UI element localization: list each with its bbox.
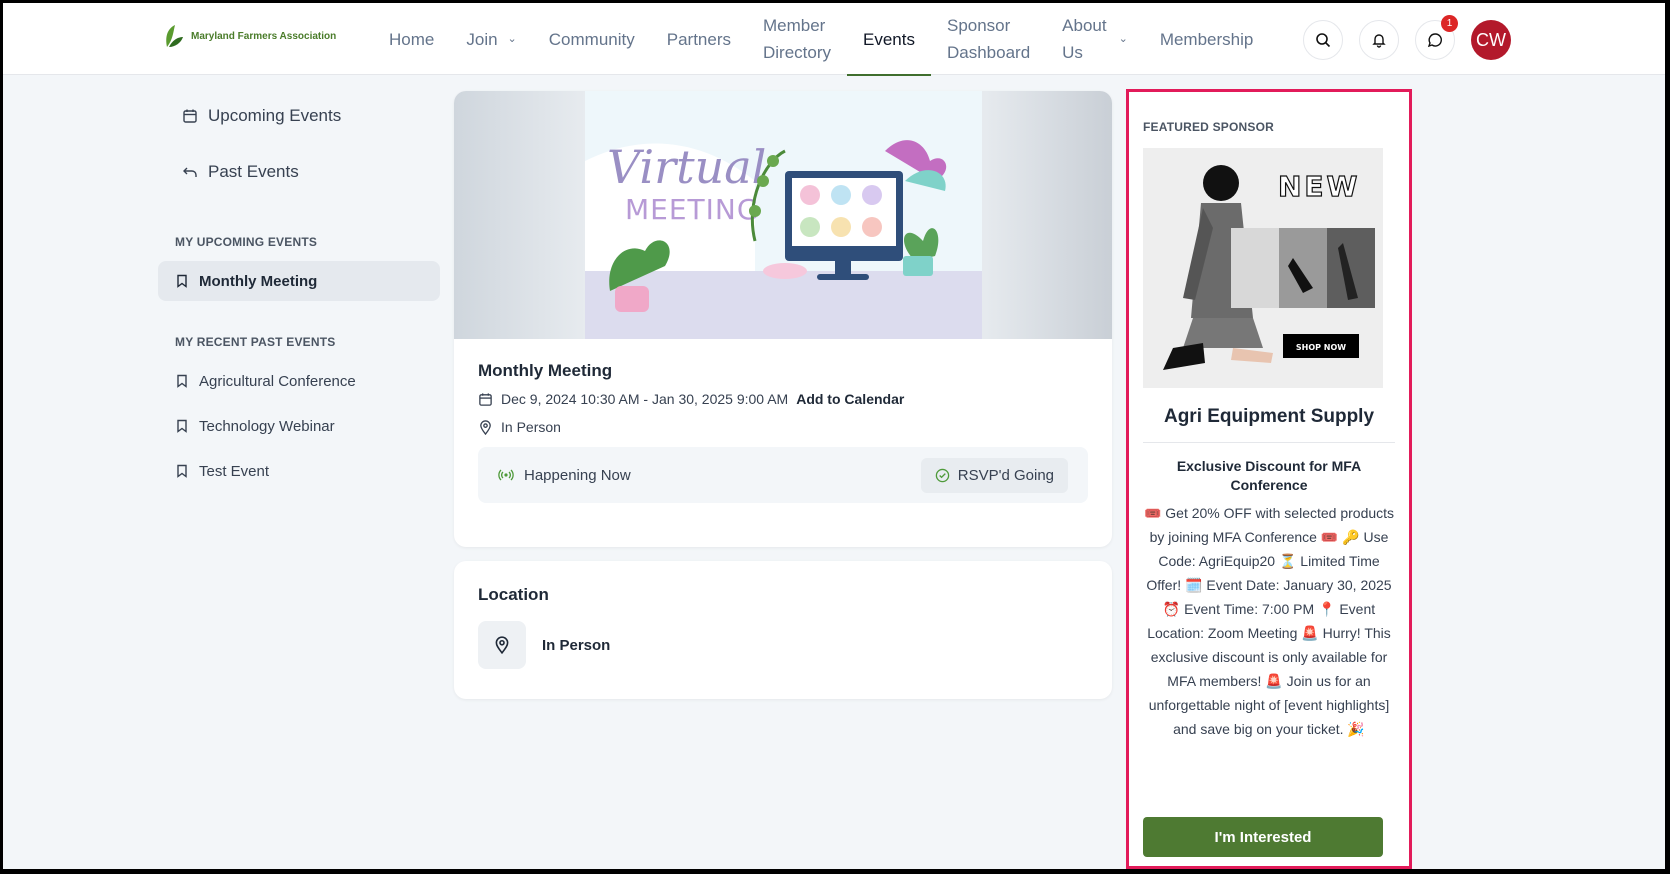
ad-shop-now-text: SHOP NOW bbox=[1296, 343, 1346, 352]
sidebar-event-technology-webinar[interactable]: Technology Webinar bbox=[158, 406, 440, 446]
chevron-down-icon: ⌄ bbox=[1118, 32, 1128, 45]
nav-community-label: Community bbox=[548, 29, 635, 49]
sidebar-event-test-event[interactable]: Test Event bbox=[158, 451, 440, 491]
event-datetime-row: Dec 9, 2024 10:30 AM - Jan 30, 2025 9:00… bbox=[478, 391, 1088, 407]
notifications-button[interactable] bbox=[1359, 20, 1399, 60]
nav-sponsor-dashboard[interactable]: Sponsor Dashboard bbox=[931, 3, 1046, 75]
nav-about-line2: Us bbox=[1062, 43, 1083, 62]
location-card: Location In Person bbox=[454, 561, 1112, 699]
sidebar-upcoming-events[interactable]: Upcoming Events bbox=[158, 93, 440, 139]
top-nav-bar: Maryland Farmers Association Home Join ⌄ … bbox=[3, 3, 1665, 76]
virtual-meeting-illustration: Virtual MEETING bbox=[585, 91, 982, 339]
nav-member-directory-line2: Directory bbox=[762, 43, 831, 62]
calendar-icon bbox=[479, 392, 492, 406]
header-actions: 1 CW bbox=[1303, 15, 1511, 60]
logo-text: Maryland Farmers Association bbox=[191, 30, 337, 42]
sidebar-event-monthly-meeting[interactable]: Monthly Meeting bbox=[158, 261, 440, 301]
bookmark-icon bbox=[177, 464, 187, 478]
search-button[interactable] bbox=[1303, 20, 1343, 60]
event-location-type: In Person bbox=[501, 419, 561, 435]
sidebar-upcoming-label: Upcoming Events bbox=[208, 106, 342, 125]
bookmark-icon bbox=[177, 374, 187, 388]
events-sidebar: Upcoming Events Past Events MY UPCOMING … bbox=[158, 93, 440, 499]
location-title: Location bbox=[478, 585, 549, 604]
nav-membership-label: Membership bbox=[1159, 29, 1254, 49]
sidebar-event-label: Monthly Meeting bbox=[199, 272, 318, 290]
undo-arrow-icon bbox=[183, 167, 197, 177]
nav-partners-label: Partners bbox=[666, 29, 731, 49]
nav-membership[interactable]: Membership bbox=[1144, 3, 1270, 75]
happening-now-label: Happening Now bbox=[524, 466, 631, 484]
nav-partners[interactable]: Partners bbox=[651, 3, 747, 75]
banner-title-virtual: Virtual bbox=[607, 140, 766, 194]
check-circle-icon bbox=[935, 468, 949, 482]
bookmark-icon bbox=[177, 419, 187, 433]
sponsor-headline: Exclusive Discount for MFA Conference bbox=[1176, 458, 1362, 493]
event-details: Monthly Meeting Dec 9, 2024 10:30 AM - J… bbox=[454, 339, 1112, 525]
nav-member-directory-line1: Member bbox=[762, 16, 826, 35]
location-row: In Person bbox=[478, 621, 1088, 669]
bell-icon bbox=[1372, 34, 1386, 48]
event-datetime: Dec 9, 2024 10:30 AM - Jan 30, 2025 9:00… bbox=[501, 391, 789, 407]
nav-member-directory[interactable]: Member Directory bbox=[747, 3, 847, 75]
map-pin-icon bbox=[480, 419, 491, 435]
sidebar-event-label: Agricultural Conference bbox=[199, 372, 356, 390]
chevron-down-icon: ⌄ bbox=[507, 32, 517, 45]
event-location-row: In Person bbox=[478, 419, 1088, 435]
map-pin-icon bbox=[495, 636, 509, 654]
nav-events-label: Events bbox=[863, 29, 915, 49]
messages-button[interactable]: 1 bbox=[1415, 15, 1458, 60]
nav-home[interactable]: Home bbox=[373, 3, 450, 75]
featured-sponsor-panel: FEATURED SPONSOR NEW SHOP NOW Agri Equip… bbox=[1126, 89, 1412, 869]
nav-events[interactable]: Events bbox=[847, 3, 931, 76]
event-title: Monthly Meeting bbox=[478, 361, 613, 380]
message-count-badge: 1 bbox=[1441, 15, 1458, 32]
location-value: In Person bbox=[542, 636, 611, 654]
chat-bubble-icon bbox=[1427, 33, 1442, 48]
main-nav: Home Join ⌄ Community Partners Member Dir… bbox=[373, 3, 1270, 76]
calendar-icon bbox=[183, 109, 197, 123]
banner-title-meeting: MEETING bbox=[625, 193, 760, 226]
app-frame: Maryland Farmers Association Home Join ⌄ … bbox=[3, 3, 1665, 869]
nav-home-label: Home bbox=[389, 29, 435, 49]
broadcast-icon bbox=[498, 469, 514, 481]
sidebar-past-events[interactable]: Past Events bbox=[158, 149, 440, 195]
leaf-logo-icon bbox=[166, 25, 183, 47]
logo[interactable]: Maryland Farmers Association bbox=[163, 23, 336, 49]
nav-sponsor-dashboard-line2: Dashboard bbox=[946, 43, 1031, 62]
nav-about-us[interactable]: About Us ⌄ bbox=[1046, 3, 1144, 75]
sidebar-past-label: Past Events bbox=[208, 162, 299, 181]
happening-now-status: Happening Now bbox=[498, 467, 631, 484]
event-banner: Virtual MEETING bbox=[454, 91, 1112, 339]
nav-about-line1: About bbox=[1062, 16, 1107, 35]
user-avatar[interactable]: CW bbox=[1471, 20, 1511, 60]
featured-sponsor-label: FEATURED SPONSOR bbox=[1143, 120, 1274, 134]
nav-sponsor-dashboard-line1: Sponsor bbox=[946, 16, 1011, 35]
nav-join[interactable]: Join ⌄ bbox=[450, 3, 532, 75]
bookmark-icon bbox=[177, 274, 187, 288]
search-icon bbox=[1316, 33, 1331, 48]
add-to-calendar-link[interactable]: Add to Calendar bbox=[796, 391, 904, 407]
location-icon-box bbox=[478, 621, 526, 669]
sidebar-event-agricultural-conference[interactable]: Agricultural Conference bbox=[158, 361, 440, 401]
im-interested-button[interactable]: I'm Interested bbox=[1143, 817, 1383, 857]
rsvp-status-button[interactable]: RSVP'd Going bbox=[920, 457, 1068, 493]
sidebar-event-label: Technology Webinar bbox=[199, 417, 335, 435]
ad-new-text: NEW bbox=[1278, 170, 1360, 203]
sponsor-ad-image[interactable]: NEW SHOP NOW bbox=[1143, 148, 1383, 388]
sidebar-event-label: Test Event bbox=[199, 462, 270, 480]
nav-community[interactable]: Community bbox=[533, 3, 651, 75]
my-upcoming-heading: MY UPCOMING EVENTS bbox=[175, 235, 318, 249]
sponsor-description: 🎟️ Get 20% OFF with selected products by… bbox=[1143, 505, 1395, 737]
rsvp-label: RSVP'd Going bbox=[957, 466, 1054, 484]
event-card: Virtual MEETING Monthly Meeting Dec 9, 2… bbox=[454, 91, 1112, 547]
my-recent-heading: MY RECENT PAST EVENTS bbox=[175, 335, 336, 349]
event-status-bar: Happening Now RSVP'd Going bbox=[478, 447, 1088, 503]
nav-join-label: Join bbox=[466, 29, 498, 49]
sponsor-name: Agri Equipment Supply bbox=[1143, 406, 1395, 443]
